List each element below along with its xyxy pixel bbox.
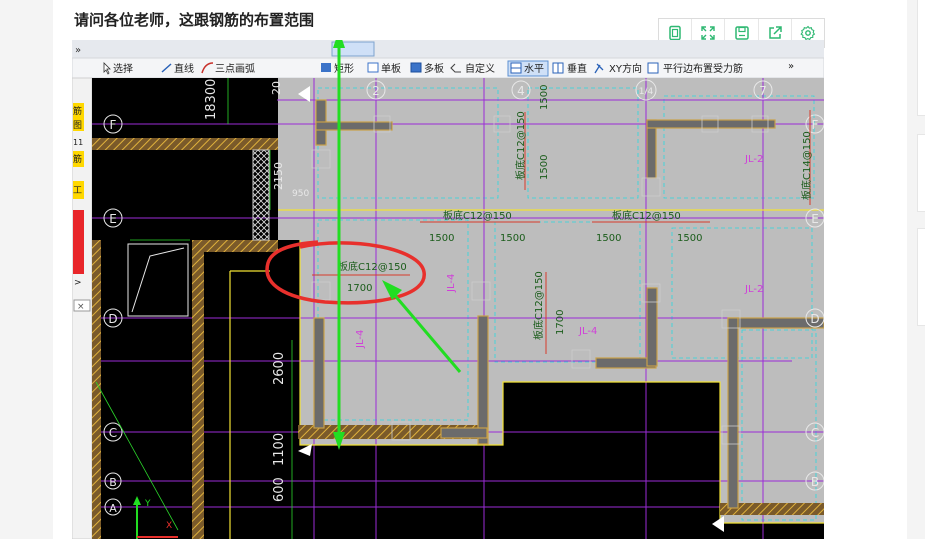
vertical-tool-label: 垂直 (567, 62, 587, 75)
axis-label-4: 4 (517, 84, 525, 98)
dim-2600: 2600 (272, 352, 287, 385)
side-card (917, 134, 925, 212)
axis-label-d-right: D (810, 312, 819, 326)
span-label: 1500 (596, 233, 621, 244)
xy-direction-label: XY方向 (609, 62, 642, 75)
axis-label-e: E (109, 212, 117, 226)
axis-label-2: 2 (372, 84, 380, 98)
cad-top-ribbon (72, 40, 824, 58)
dim-1100: 1100 (272, 433, 287, 466)
parallel-edge-label: 平行边布置受力筋 (663, 62, 743, 75)
rebar-label-v1: 板底C12@150 (514, 111, 527, 180)
span-label: 1700 (555, 310, 566, 335)
cad-screenshot: » 选择 直线 三点画弧 矩形 单板 多板 自定义 水平 垂直 XY方向 平行边… (72, 40, 824, 539)
vertical-tool[interactable]: 垂直 (552, 62, 587, 75)
span-label: 1500 (500, 233, 525, 244)
left-panel-error-rows (73, 210, 84, 274)
span-label: 1500 (677, 233, 702, 244)
beam-label-jl2: JL-2 (744, 154, 763, 165)
settings-icon (800, 25, 816, 41)
toolbar-overflow[interactable]: » (788, 61, 794, 72)
question-title: 请问各位老师，这跟钢筋的布置范围 (74, 11, 315, 29)
span-label: 1500 (429, 233, 454, 244)
axis-label-c: C (109, 426, 117, 440)
axis-label-b: B (109, 476, 117, 489)
horizontal-tool-label: 水平 (524, 63, 544, 75)
ucs-y-label: Y (144, 499, 151, 509)
fit-page-icon (669, 25, 681, 41)
axis-label-4a: 1/4 (639, 87, 654, 97)
dim-18300: 18300 (204, 79, 219, 120)
share-icon (768, 26, 782, 39)
axis-label-b-right: B (811, 475, 819, 489)
rect-tool-label: 矩形 (334, 62, 354, 75)
beam-label-jl2: JL-2 (744, 284, 763, 295)
axis-label-c-right: C (811, 426, 819, 440)
axis-label-e-right: E (811, 212, 819, 226)
horizontal-tool[interactable]: 水平 (507, 60, 549, 77)
fullscreen-icon (701, 26, 715, 40)
axis-label-f-right: F (812, 118, 819, 132)
multi-slab-icon (410, 62, 422, 73)
rebar-label-circled: 板底C12@150 (338, 260, 407, 273)
dim-600: 600 (272, 477, 287, 502)
single-slab-label: 单板 (381, 62, 401, 75)
axis-label-a: A (109, 502, 117, 515)
span-label-circled: 1700 (347, 283, 372, 294)
axis-label-f: F (110, 118, 117, 132)
custom-tool-label: 自定义 (465, 62, 495, 75)
select-tool-label: 选择 (113, 62, 133, 75)
span-label: 1500 (539, 85, 550, 110)
rebar-label-e1: 板底C12@150 (443, 209, 512, 222)
ucs-x-label: X (166, 521, 172, 531)
left-panel-char: 图 (73, 120, 82, 131)
dim-20: 20 (270, 81, 283, 95)
side-card (917, 0, 925, 116)
dim-950: 950 (292, 189, 309, 199)
span-label: 1500 (539, 155, 550, 180)
parallel-edge-tool[interactable]: 平行边布置受力筋 (647, 62, 743, 75)
rebar-label-v3: 板底C14@150 (800, 131, 813, 200)
beam-label-jl4: JL-4 (355, 330, 366, 349)
left-panel-char: 筋 (73, 153, 82, 165)
left-panel-char: 11 (73, 138, 83, 147)
close-icon: × (77, 302, 85, 312)
ribbon-more[interactable]: » (75, 45, 81, 56)
left-panel-char: 筋 (73, 105, 82, 117)
multi-slab-label: 多板 (424, 62, 444, 75)
rebar-label-v2: 板底C12@150 (532, 271, 545, 340)
single-slab-icon (367, 62, 379, 73)
beam-label-jl4: JL-4 (578, 326, 597, 337)
left-panel-expand[interactable]: > (74, 278, 82, 288)
axis-label-7: 7 (759, 84, 767, 98)
rebar-label-e2: 板底C12@150 (612, 209, 681, 222)
line-tool-label: 直线 (174, 62, 194, 75)
axis-label-d: D (108, 312, 117, 326)
save-icon (734, 26, 749, 40)
arc-tool-label: 三点画弧 (215, 62, 255, 75)
beam-label-jl4: JL-4 (446, 274, 457, 293)
rect-icon (321, 63, 331, 72)
side-card (917, 228, 925, 326)
parallel-edge-icon (647, 62, 659, 74)
dim-2150: 2150 (272, 162, 285, 190)
left-panel-char: 工 (73, 186, 82, 196)
